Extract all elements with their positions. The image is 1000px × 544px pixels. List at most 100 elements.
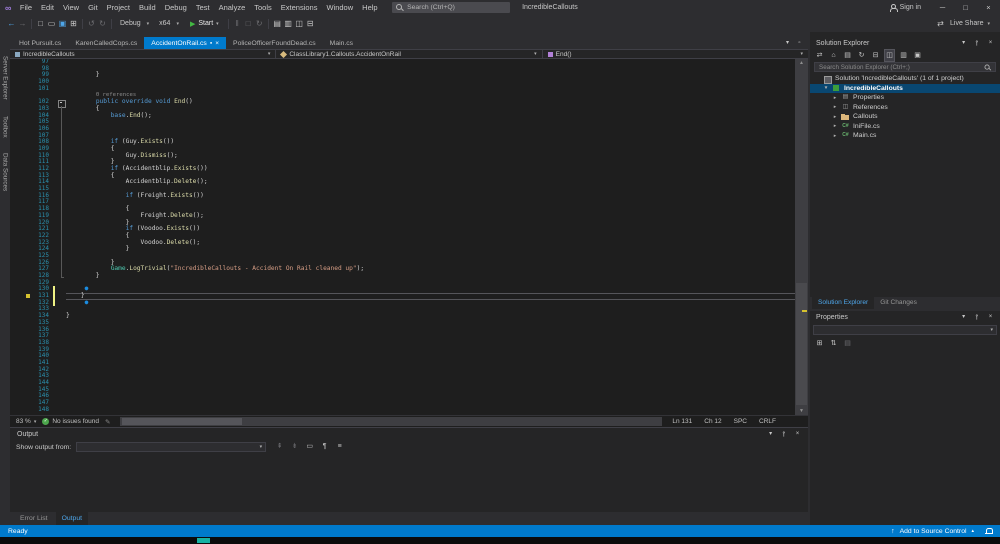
menu-item-test[interactable]: Test: [191, 3, 214, 12]
restart-icon[interactable]: ↻: [254, 16, 265, 32]
breakpoint-margin[interactable]: [10, 226, 32, 233]
open-file-icon[interactable]: ▭: [46, 16, 57, 32]
breakpoint-margin[interactable]: [10, 59, 32, 66]
breakpoint-margin[interactable]: [10, 99, 32, 106]
code-row[interactable]: 127 Game.LogTrivial("IncredibleCallouts …: [10, 266, 795, 273]
side-tab-data-sources[interactable]: Data Sources: [2, 153, 9, 191]
maximize-button[interactable]: □: [954, 0, 977, 15]
side-tab-git-changes[interactable]: Git Changes: [874, 297, 923, 309]
tree-item-main-cs[interactable]: ▸C#Main.cs: [810, 131, 1000, 141]
breakpoint-margin[interactable]: [10, 159, 32, 166]
properties-object-dropdown[interactable]: ▾: [813, 325, 997, 335]
breakpoint-margin[interactable]: [10, 240, 32, 247]
taskbar-app-indicator[interactable]: [197, 538, 210, 543]
code-row[interactable]: 110 Guy.Dismiss();: [10, 153, 795, 160]
window-menu-icon[interactable]: ▾: [960, 38, 967, 48]
breakpoint-margin[interactable]: [10, 360, 32, 367]
breakpoint-margin[interactable]: [10, 92, 32, 99]
line-indicator[interactable]: Ln 131: [672, 418, 692, 425]
tree-item-callouts[interactable]: ▸Callouts: [810, 112, 1000, 122]
clear-all-icon[interactable]: ▭: [305, 441, 314, 453]
code-row[interactable]: 124 }: [10, 246, 795, 253]
sign-in-button[interactable]: Sign in: [889, 4, 921, 12]
save-icon[interactable]: ▣: [57, 16, 68, 32]
breakpoint-margin[interactable]: [10, 213, 32, 220]
breakpoint-margin[interactable]: [10, 66, 32, 73]
breakpoint-margin[interactable]: [10, 173, 32, 180]
code-row[interactable]: 108 if (Guy.Exists()): [10, 139, 795, 146]
side-tab-solution-explorer[interactable]: Solution Explorer: [812, 297, 874, 309]
refresh-icon[interactable]: ↻: [857, 50, 866, 61]
scrollbar-thumb[interactable]: [796, 283, 807, 405]
code-row[interactable]: 146: [10, 393, 795, 400]
code-row[interactable]: 102 public override void End(): [10, 99, 795, 106]
show-all-files-icon[interactable]: ◫: [885, 50, 894, 61]
code-row[interactable]: 128 }: [10, 273, 795, 280]
code-row[interactable]: 104 base.End();: [10, 113, 795, 120]
preview-icon[interactable]: ▣: [913, 50, 922, 61]
code-row[interactable]: 98: [10, 66, 795, 73]
document-tab-hot-pursuit-cs[interactable]: Hot Pursuit.cs: [12, 37, 68, 49]
chevron-up-icon[interactable]: ▴: [971, 528, 974, 534]
bookmark-icon[interactable]: ◫: [294, 16, 305, 32]
autoscroll-icon[interactable]: ≡: [335, 441, 344, 453]
menu-item-project[interactable]: Project: [102, 3, 134, 12]
document-tab-main-cs[interactable]: Main.cs: [323, 37, 360, 49]
pin-icon[interactable]: ⊸: [973, 314, 981, 320]
breakpoint-margin[interactable]: [10, 79, 32, 86]
menu-item-debug[interactable]: Debug: [160, 3, 191, 12]
scroll-down-icon[interactable]: ▼: [795, 407, 808, 415]
code-row[interactable]: 106: [10, 126, 795, 133]
code-row[interactable]: 141: [10, 360, 795, 367]
code-row[interactable]: 135: [10, 320, 795, 327]
breakpoint-margin[interactable]: [10, 126, 32, 133]
menu-item-tools[interactable]: Tools: [250, 3, 277, 12]
code-row[interactable]: 130 ●: [10, 286, 795, 293]
new-file-icon[interactable]: □: [35, 16, 46, 32]
chevron-down-icon[interactable]: ▾: [987, 21, 990, 27]
code-row[interactable]: 133: [10, 306, 795, 313]
breakpoint-margin[interactable]: [10, 193, 32, 200]
window-menu-icon[interactable]: ▾: [767, 429, 774, 439]
tree-item-solution-incrediblecallouts-1-of-1-project[interactable]: Solution 'IncredibleCallouts' (1 of 1 pr…: [810, 74, 1000, 84]
horizontal-scrollbar[interactable]: [120, 417, 662, 426]
breakpoint-margin[interactable]: [10, 393, 32, 400]
window-menu-icon[interactable]: ▾: [960, 312, 967, 322]
side-tab-toolbox[interactable]: Toolbox: [2, 116, 9, 138]
breakpoint-margin[interactable]: [10, 353, 32, 360]
nav-back-icon[interactable]: ←: [6, 16, 17, 32]
breakpoint-margin[interactable]: [10, 300, 32, 307]
scroll-up-icon[interactable]: ▲: [795, 59, 808, 67]
chevron-collapsed-icon[interactable]: ▸: [832, 95, 838, 101]
code-row[interactable]: 132 ●: [10, 300, 795, 307]
code-row[interactable]: 105: [10, 119, 795, 126]
code-row[interactable]: 125: [10, 253, 795, 260]
vertical-scrollbar[interactable]: ▲ ▼: [795, 59, 808, 415]
undo-icon[interactable]: ↺: [86, 16, 97, 32]
chevron-expanded-icon[interactable]: ▾: [823, 85, 829, 91]
breakpoint-margin[interactable]: [10, 153, 32, 160]
output-content[interactable]: [10, 454, 808, 512]
property-pages-icon[interactable]: ▤: [843, 339, 852, 349]
code-row[interactable]: 138: [10, 340, 795, 347]
platform-dropdown[interactable]: x64 ▾: [154, 20, 184, 27]
breakpoint-margin[interactable]: [10, 320, 32, 327]
pin-icon[interactable]: ⊸: [973, 40, 981, 46]
close-icon[interactable]: ×: [987, 312, 994, 322]
pin-icon[interactable]: ⊸: [780, 431, 788, 437]
menu-item-extensions[interactable]: Extensions: [276, 3, 322, 12]
code-row[interactable]: 136: [10, 327, 795, 334]
code-row[interactable]: 134}: [10, 313, 795, 320]
code-row[interactable]: 144: [10, 380, 795, 387]
member-dropdown[interactable]: End() ▾: [543, 50, 808, 58]
uncomment-icon[interactable]: ▥: [283, 16, 294, 32]
code-row[interactable]: 143: [10, 373, 795, 380]
breakpoint-margin[interactable]: [10, 387, 32, 394]
close-button[interactable]: ×: [977, 0, 1000, 15]
breakpoint-margin[interactable]: [10, 166, 32, 173]
solution-explorer-search[interactable]: Search Solution Explorer (Ctrl+;): [814, 62, 996, 72]
menu-item-view[interactable]: View: [58, 3, 83, 12]
menu-item-window[interactable]: Window: [322, 3, 358, 12]
hscrollbar-thumb[interactable]: [122, 418, 242, 425]
live-share-button[interactable]: Live Share: [950, 20, 983, 27]
